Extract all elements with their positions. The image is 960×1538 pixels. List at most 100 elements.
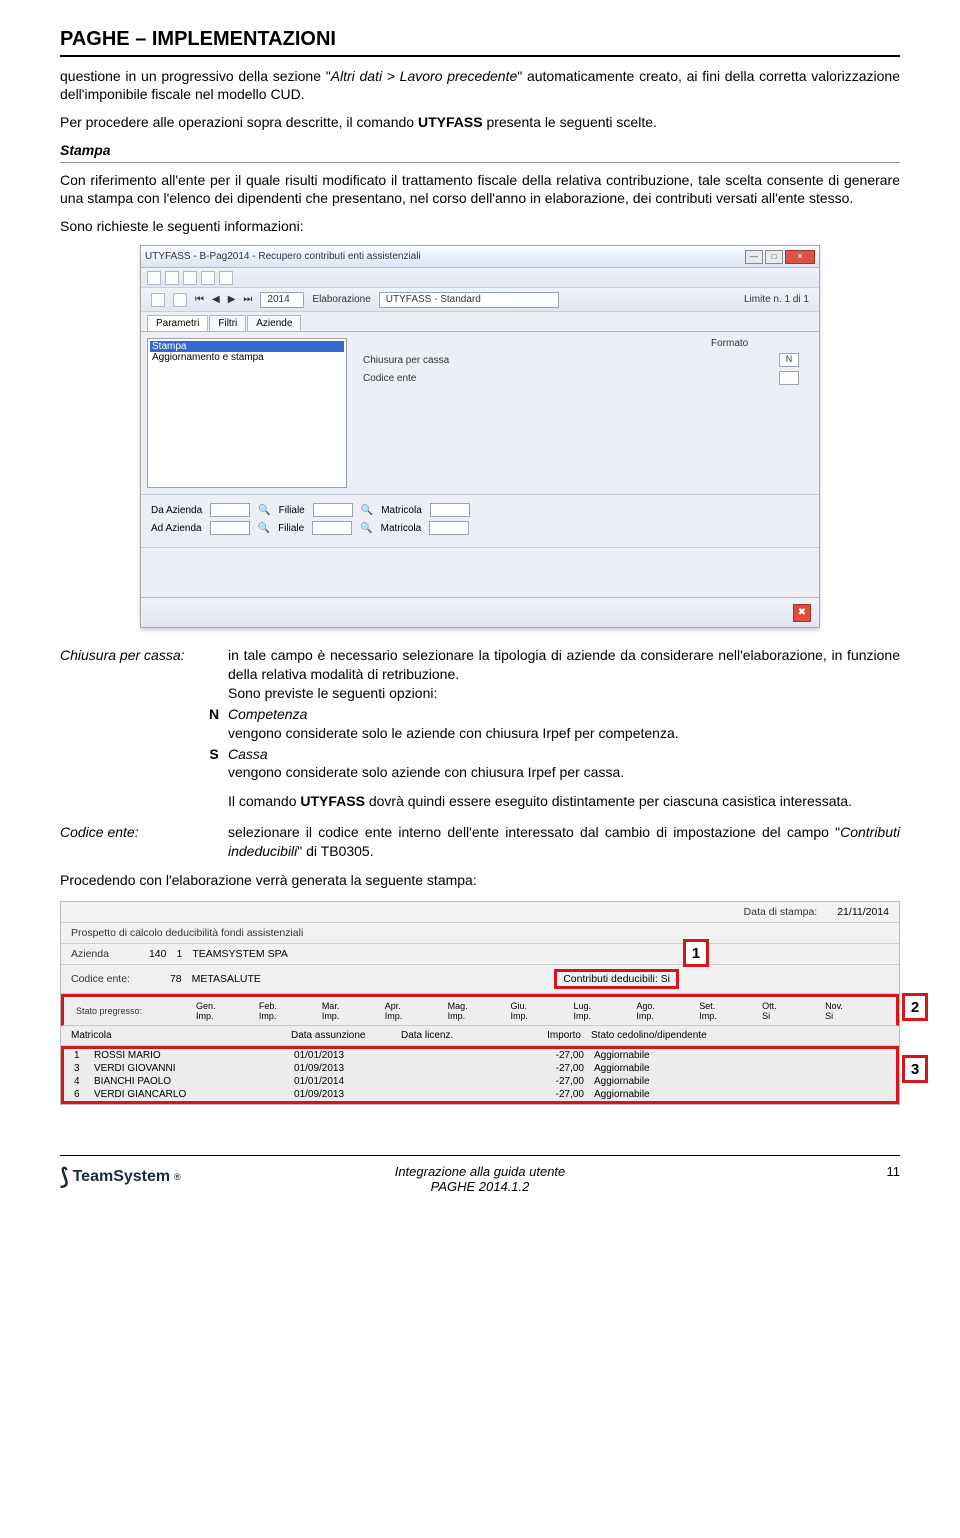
da-azienda-input[interactable]	[210, 503, 250, 517]
section-paragraph-2: Sono richieste le seguenti informazioni:	[60, 217, 900, 235]
tab-parametri[interactable]: Parametri	[147, 315, 208, 331]
maximize-button[interactable]: □	[765, 250, 783, 264]
month-state: Imp.	[571, 1011, 634, 1021]
toolbar-icon[interactable]	[219, 271, 233, 285]
text: " di TB0305.	[297, 843, 373, 859]
command-name: UTYFASS	[300, 793, 365, 809]
tab-aziende[interactable]: Aziende	[247, 315, 301, 331]
page-number: 11	[565, 1164, 900, 1179]
nav-next-icon[interactable]: ▶	[228, 294, 236, 305]
month-head: Ott.	[760, 1001, 823, 1011]
toolbar-icon[interactable]	[201, 271, 215, 285]
page-title: PAGHE – IMPLEMENTAZIONI	[60, 28, 900, 51]
month-head: Gen.	[194, 1001, 257, 1011]
list-item-selected[interactable]: Stampa	[150, 341, 344, 352]
cell: Aggiornabile	[584, 1063, 886, 1074]
option-name: Competenza	[228, 706, 307, 722]
toolbar-icon[interactable]	[147, 271, 161, 285]
nav-last-icon[interactable]: ⏭	[243, 294, 252, 305]
elab-label: Elaborazione	[312, 294, 370, 305]
toolbar-icon[interactable]	[165, 271, 179, 285]
codice-ente-label: Codice ente:	[71, 973, 130, 985]
cell: -27,00	[504, 1076, 584, 1087]
cell: 01/01/2013	[294, 1050, 404, 1061]
callout-2: 2	[902, 993, 928, 1021]
text-italic: Altri dati > Lavoro precedente	[331, 68, 518, 84]
field-definitions: Chiusura per cassa: in tale campo è nece…	[60, 646, 900, 861]
callout-3: 3	[902, 1055, 928, 1083]
close-button[interactable]: ✕	[785, 250, 815, 264]
month-head: Ago.	[634, 1001, 697, 1011]
footer-close-button[interactable]: ✖	[793, 604, 811, 622]
filiale-input[interactable]	[312, 521, 352, 535]
nav-prev-icon[interactable]: ◀	[212, 294, 220, 305]
cell	[404, 1089, 504, 1100]
detail-body: 1 ROSSI MARIO 01/01/2013 -27,00 Aggiorna…	[61, 1046, 899, 1104]
cell: 3	[74, 1063, 94, 1074]
text: in tale campo è necessario selezionare l…	[228, 647, 900, 682]
text: Per procedere alle operazioni sopra desc…	[60, 114, 418, 130]
report-preview: Data di stampa: 21/11/2014 Prospetto di …	[60, 901, 900, 1105]
cell: Aggiornabile	[584, 1076, 886, 1087]
minimize-button[interactable]: —	[745, 250, 763, 264]
lower-filters: Da Azienda 🔍 Filiale 🔍 Matricola Ad Azie…	[141, 494, 819, 547]
def-label-codice-ente: Codice ente:	[60, 823, 200, 861]
chiusura-input[interactable]: N	[779, 353, 799, 367]
da-azienda-label: Da Azienda	[151, 505, 202, 516]
text: presenta le seguenti scelte.	[483, 114, 657, 130]
filiale-label: Filiale	[278, 523, 304, 534]
month-state: Imp.	[383, 1011, 446, 1021]
option-code-s: S	[200, 745, 228, 783]
detail-row: 3 VERDI GIOVANNI 01/09/2013 -27,00 Aggio…	[64, 1062, 896, 1075]
matricola-input[interactable]	[429, 521, 469, 535]
search-icon[interactable]: 🔍	[360, 523, 372, 534]
option-name: Cassa	[228, 746, 268, 762]
month-state: Imp.	[697, 1011, 760, 1021]
open-icon[interactable]	[151, 293, 165, 307]
codice-ente-value: 78	[170, 973, 182, 985]
cell: -27,00	[504, 1050, 584, 1061]
detail-row: 1 ROSSI MARIO 01/01/2013 -27,00 Aggiorna…	[64, 1049, 896, 1062]
nav-first-icon[interactable]: ⏮	[195, 294, 204, 305]
option-listbox[interactable]: Stampa Aggiornamento e stampa	[147, 338, 347, 488]
option-desc: vengono considerate solo aziende con chi…	[228, 764, 624, 780]
app-footer: ✖	[141, 597, 819, 627]
azienda-label: Azienda	[71, 948, 109, 960]
list-item[interactable]: Aggiornamento e stampa	[150, 352, 344, 363]
toolbar-icon[interactable]	[183, 271, 197, 285]
callout-1: 1	[683, 939, 709, 967]
search-icon[interactable]: 🔍	[258, 505, 270, 516]
section-paragraph-1: Con riferimento all'ente per il quale ri…	[60, 171, 900, 207]
search-icon[interactable]: 🔍	[361, 505, 373, 516]
codice-ente-input[interactable]	[779, 371, 799, 385]
tab-filtri[interactable]: Filtri	[209, 315, 246, 331]
stato-pregresso-label: Stato pregresso:	[74, 1006, 194, 1016]
rule-thin	[60, 162, 900, 163]
limit-label: Limite n. 1 di 1	[744, 294, 809, 305]
cell: 01/01/2014	[294, 1076, 404, 1087]
window-title: UTYFASS - B-Pag2014 - Recupero contribut…	[145, 251, 421, 262]
tab-strip: Parametri Filtri Aziende	[141, 312, 819, 332]
month-state: Si	[823, 1011, 886, 1021]
month-head: Set.	[697, 1001, 760, 1011]
ad-azienda-label: Ad Azienda	[151, 523, 202, 534]
date-label: Data di stampa:	[744, 906, 818, 918]
ad-azienda-input[interactable]	[210, 521, 250, 535]
cell: Aggiornabile	[584, 1089, 886, 1100]
footer-line2: PAGHE 2014.1.2	[395, 1179, 566, 1194]
month-state: Si	[760, 1011, 823, 1021]
detail-row: 4 BIANCHI PAOLO 01/01/2014 -27,00 Aggior…	[64, 1075, 896, 1088]
year-field[interactable]: 2014	[260, 292, 304, 308]
text: Il comando	[228, 793, 300, 809]
cell: 1	[74, 1050, 94, 1061]
save-icon[interactable]	[173, 293, 187, 307]
detail-row: 6 VERDI GIANCARLO 01/09/2013 -27,00 Aggi…	[64, 1088, 896, 1101]
rule	[60, 55, 900, 57]
chiusura-label: Chiusura per cassa	[363, 355, 483, 366]
cell: 01/09/2013	[294, 1063, 404, 1074]
elab-field[interactable]: UTYFASS - Standard	[379, 292, 559, 308]
search-icon[interactable]: 🔍	[258, 523, 270, 534]
filiale-input[interactable]	[313, 503, 353, 517]
matricola-label: Matricola	[381, 505, 422, 516]
matricola-input[interactable]	[430, 503, 470, 517]
